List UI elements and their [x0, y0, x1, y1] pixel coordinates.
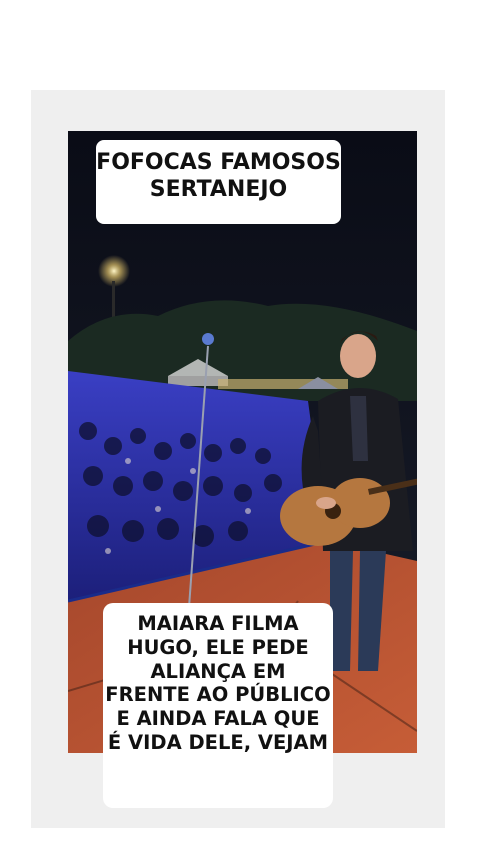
top-caption: FOFOCAS FAMOSOS SERTANEJO — [96, 140, 341, 224]
bottom-caption-line: ALIANÇA EM — [150, 659, 286, 683]
top-caption-line: FOFOCAS FAMOSOS — [96, 150, 341, 175]
bottom-caption-line: E AINDA FALA QUE — [116, 707, 320, 731]
bottom-caption-line: HUGO, ELE PEDE — [127, 635, 309, 659]
bottom-caption: MAIARA FILMA HUGO, ELE PEDE ALIANÇA EM F… — [103, 603, 333, 808]
bottom-caption-line: MAIARA FILMA — [137, 612, 299, 635]
bottom-caption-line: É VIDA DELE, VEJAM — [107, 730, 329, 754]
top-caption-line: SERTANEJO — [149, 176, 288, 202]
bottom-caption-line: FRENTE AO PÚBLICO — [105, 683, 331, 707]
